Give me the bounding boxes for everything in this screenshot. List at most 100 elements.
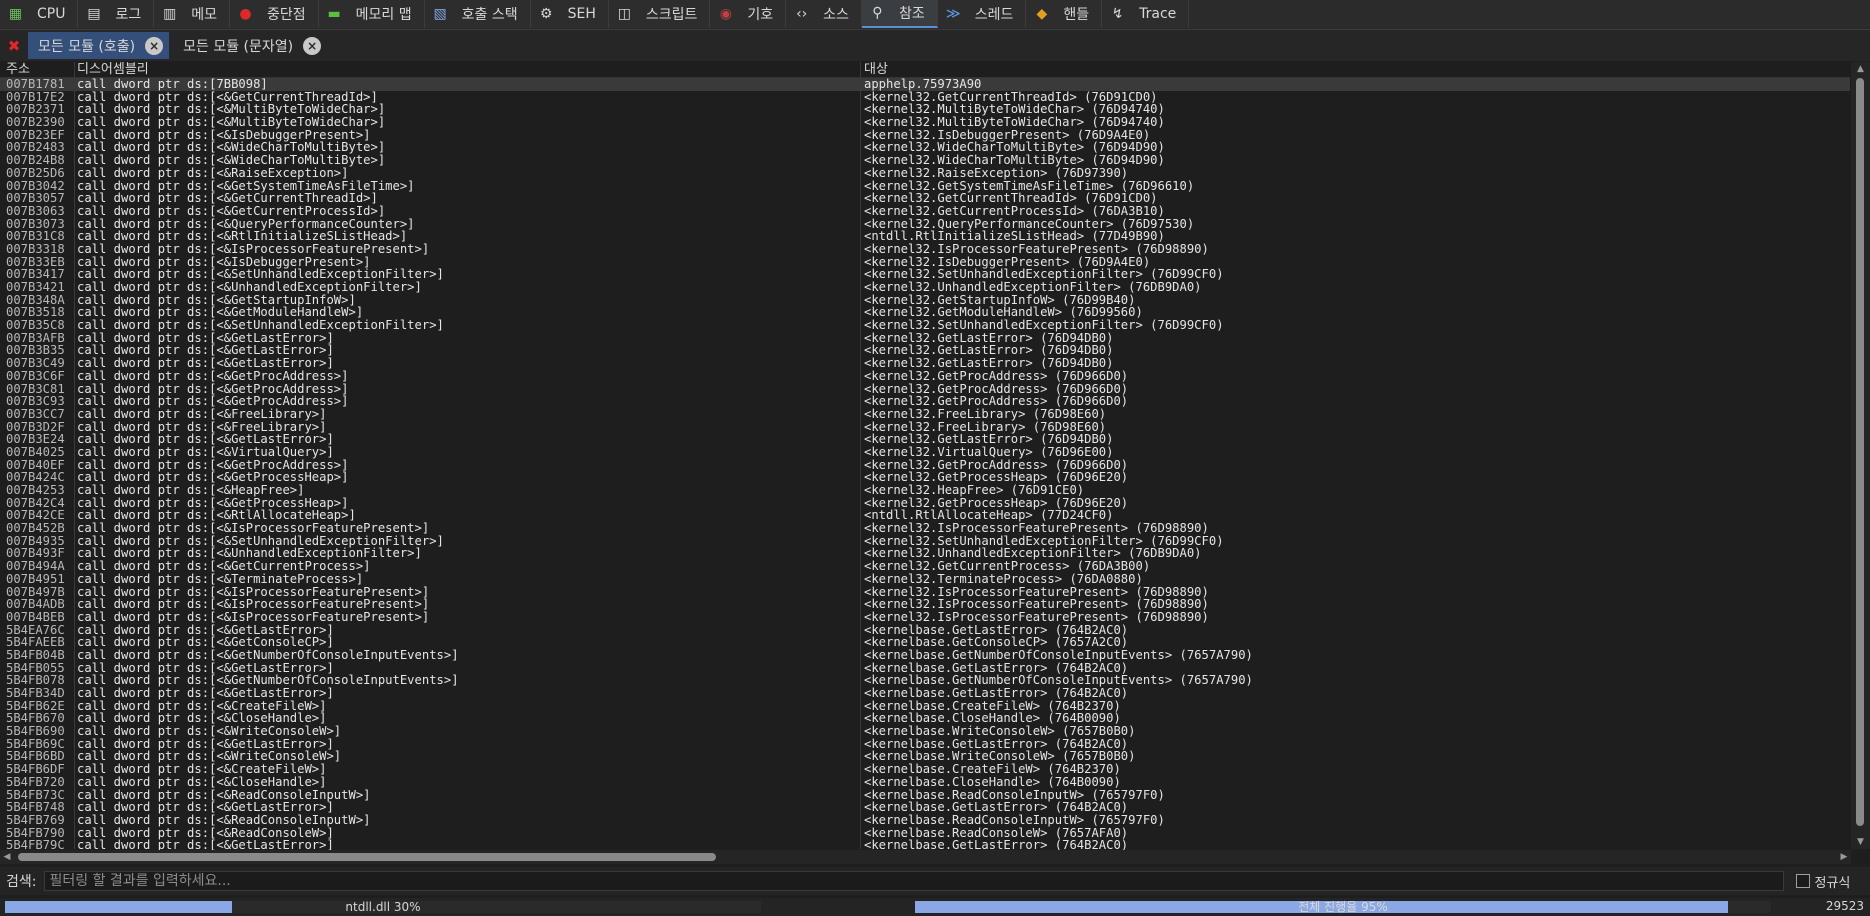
tab-log[interactable]: ▤ 로그 xyxy=(78,0,155,28)
table-row[interactable]: 007B3CC7 call dword ptr ds:[<&FreeLibrary… xyxy=(0,408,1850,421)
close-all-icon[interactable]: ✖ xyxy=(0,33,28,59)
tab-cpu[interactable]: ▦ CPU xyxy=(0,0,79,28)
table-row[interactable]: 5B4FB690 call dword ptr ds:[<&WriteConsol… xyxy=(0,725,1850,738)
handles-icon: ◆ xyxy=(1036,6,1048,22)
cell-disassembly: call dword ptr ds:[<&GetProcAddress>] xyxy=(77,394,349,409)
main-tab-bar: ▦ CPU ▤ 로그 ▥ 메모 ● 중단점 ▬ 메모리 맵 ▧ 호출 스택 ⚙ SEH ◫ 스크립트 ◉ 기호 ‹›… xyxy=(0,0,1870,30)
cell-address: 007B25D6 xyxy=(6,165,65,180)
table-row[interactable]: 007B3C93 call dword ptr ds:[<&GetProcAddr… xyxy=(0,395,1850,408)
cell-disassembly: call dword ptr ds:[<&WideCharToMultiByte… xyxy=(77,153,386,168)
subtab-1[interactable]: 모든 모듈 (문자열) × xyxy=(173,32,327,59)
tab-breakpoint[interactable]: ● 중단점 xyxy=(230,0,319,28)
cell-address: 5B4FB690 xyxy=(6,724,65,739)
cell-target: <kernel32.IsProcessorFeaturePresent> (76… xyxy=(864,521,1209,536)
table-row[interactable]: 007B25D6 call dword ptr ds:[<&RaiseExcept… xyxy=(0,167,1850,180)
tab-trace[interactable]: ↯ Trace xyxy=(1102,0,1190,28)
tab-threads[interactable]: ≫ 스레드 xyxy=(937,0,1027,28)
table-row[interactable]: 5B4FB720 call dword ptr ds:[<&CloseHandle… xyxy=(0,776,1850,789)
cell-address: 5B4FB748 xyxy=(6,800,65,815)
table-row[interactable]: 007B4253 call dword ptr ds:[<&HeapFree>] <… xyxy=(0,484,1850,497)
cell-disassembly: call dword ptr ds:[7BB098] xyxy=(77,78,268,91)
tab-call-stack[interactable]: ▧ 호출 스택 xyxy=(424,0,531,28)
tab-label: 스크립트 xyxy=(645,7,698,23)
table-row[interactable]: 007B35C8 call dword ptr ds:[<&SetUnhandle… xyxy=(0,319,1850,332)
search-input[interactable] xyxy=(44,871,1785,891)
tab-notes[interactable]: ▥ 메모 xyxy=(154,0,230,28)
horizontal-scrollbar[interactable]: ◀ ▶ xyxy=(0,850,1851,864)
table-row[interactable]: 007B24B8 call dword ptr ds:[<&WideCharToM… xyxy=(0,154,1850,167)
cell-disassembly: call dword ptr ds:[<&SetUnhandledExcepti… xyxy=(77,318,444,333)
cell-address: 007B1781 xyxy=(6,78,65,91)
table-row[interactable]: 007B4951 call dword ptr ds:[<&TerminatePr… xyxy=(0,573,1850,586)
table-row[interactable]: 007B4BEB call dword ptr ds:[<&IsProcessor… xyxy=(0,611,1850,624)
tab-label: CPU xyxy=(37,6,66,22)
tab-label: Trace xyxy=(1139,6,1177,22)
table-row[interactable]: 007B4ADB call dword ptr ds:[<&IsProcessor… xyxy=(0,598,1850,611)
table-row[interactable]: 5B4FB34D call dword ptr ds:[<&GetLastErro… xyxy=(0,687,1850,700)
cell-target: <kernel32.VirtualQuery> (76D96E00) xyxy=(864,444,1114,459)
cell-address: 007B35C8 xyxy=(6,318,65,333)
table-row[interactable]: 007B452B call dword ptr ds:[<&IsProcessor… xyxy=(0,522,1850,535)
tab-references[interactable]: ⚲ 참조 xyxy=(861,0,938,28)
tab-label: 소스 xyxy=(823,7,849,23)
table-row[interactable]: 5B4FB6DF call dword ptr ds:[<&CreateFileW… xyxy=(0,763,1850,776)
cell-disassembly: call dword ptr ds:[<&GetLastError>] xyxy=(77,686,334,700)
cell-disassembly: call dword ptr ds:[<&VirtualQuery>] xyxy=(77,444,334,459)
references-table: 주소 디스어셈블리 대상 007B1781 call dword ptr ds:[… xyxy=(0,62,1870,851)
table-row[interactable]: 5B4FB748 call dword ptr ds:[<&GetLastErro… xyxy=(0,801,1850,814)
cell-address: 007B2390 xyxy=(6,115,65,130)
scroll-left-icon[interactable]: ◀ xyxy=(0,850,14,864)
tab-label: SEH xyxy=(567,6,596,22)
table-row[interactable]: 007B2390 call dword ptr ds:[<&MultiByteTo… xyxy=(0,116,1850,129)
cell-address: 007B4BEB xyxy=(6,609,65,624)
cell-address: 007B494A xyxy=(6,559,65,574)
table-row[interactable]: 007B3421 call dword ptr ds:[<&UnhandledEx… xyxy=(0,281,1850,294)
subtab-label: 모든 모듈 (문자열) xyxy=(183,38,294,55)
regex-checkbox[interactable]: 정규식 xyxy=(1796,872,1850,891)
cell-address: 007B3421 xyxy=(6,280,65,294)
tab-script[interactable]: ◫ 스크립트 xyxy=(608,0,711,28)
table-row[interactable]: 007B1781 call dword ptr ds:[7BB098] apphel… xyxy=(0,78,1850,91)
table-row[interactable]: 007B3318 call dword ptr ds:[<&IsProcessor… xyxy=(0,243,1850,256)
tab-source[interactable]: ‹› 소스 xyxy=(786,0,862,28)
memory-map-icon: ▬ xyxy=(327,6,341,22)
table-row[interactable]: 007B4025 call dword ptr ds:[<&VirtualQuer… xyxy=(0,446,1850,459)
horizontal-scroll-thumb[interactable] xyxy=(18,853,716,861)
table-row[interactable]: 007B3063 call dword ptr ds:[<&GetCurrentP… xyxy=(0,205,1850,218)
table-row[interactable]: 007B494A call dword ptr ds:[<&GetCurrentP… xyxy=(0,560,1850,573)
close-tab-icon[interactable]: × xyxy=(145,36,164,55)
subtab-0[interactable]: 모든 모듈 (호출) × xyxy=(28,32,170,59)
checkbox-icon[interactable] xyxy=(1796,874,1811,888)
cell-disassembly: call dword ptr ds:[<&GetLastError>] xyxy=(77,356,334,371)
close-tab-icon[interactable]: × xyxy=(303,36,322,55)
reference-tab-bar: ✖ 모든 모듈 (호출) × 모든 모듈 (문자열) × xyxy=(0,30,1870,61)
cell-address: 007B3CC7 xyxy=(6,406,65,421)
cell-target: <kernel32.IsProcessorFeaturePresent> (76… xyxy=(864,609,1209,624)
tab-handles[interactable]: ◆ 핸들 xyxy=(1026,0,1103,28)
call-stack-icon: ▧ xyxy=(433,6,447,22)
scroll-right-icon[interactable]: ▶ xyxy=(1837,850,1851,864)
tab-label: 참조 xyxy=(898,6,925,22)
tab-seh[interactable]: ⚙ SEH xyxy=(530,0,609,28)
cell-disassembly: call dword ptr ds:[<&IsProcessorFeatureP… xyxy=(77,597,430,612)
table-row[interactable]: 007B3057 call dword ptr ds:[<&GetCurrentT… xyxy=(0,192,1850,205)
tab-label: 메모리 맵 xyxy=(355,7,412,23)
column-header-disassembly[interactable]: 디스어셈블리 xyxy=(77,62,149,77)
status-bar: ntdll.dll 30% 전체 진행율 95% 29523 xyxy=(0,898,1870,916)
tab-memory-map[interactable]: ▬ 메모리 맵 xyxy=(318,0,425,28)
cell-target: <kernel32.IsProcessorFeaturePresent> (76… xyxy=(864,597,1209,612)
table-row[interactable]: 007B3C6F call dword ptr ds:[<&GetProcAddr… xyxy=(0,370,1850,383)
table-row[interactable]: 5B4FB04B call dword ptr ds:[<&GetNumberOf… xyxy=(0,649,1850,662)
table-row[interactable]: 5B4FB769 call dword ptr ds:[<&ReadConsole… xyxy=(0,814,1850,827)
table-row[interactable]: 007B3C49 call dword ptr ds:[<&GetLastErro… xyxy=(0,357,1850,370)
cell-target: <kernel32.IsProcessorFeaturePresent> (76… xyxy=(864,241,1209,256)
seh-icon: ⚙ xyxy=(539,6,553,22)
column-header-address[interactable]: 주소 xyxy=(6,62,30,77)
column-header-target[interactable]: 대상 xyxy=(864,62,888,77)
vertical-scroll-thumb[interactable] xyxy=(1856,78,1864,826)
scroll-up-icon[interactable]: ▲ xyxy=(1851,62,1870,76)
cell-target: <kernelbase.GetNumberOfConsoleInputEvent… xyxy=(864,647,1253,662)
vertical-scrollbar[interactable]: ▲ ▼ xyxy=(1851,62,1870,849)
tab-symbols[interactable]: ◉ 기호 xyxy=(710,0,787,28)
scroll-down-icon[interactable]: ▼ xyxy=(1851,835,1870,849)
